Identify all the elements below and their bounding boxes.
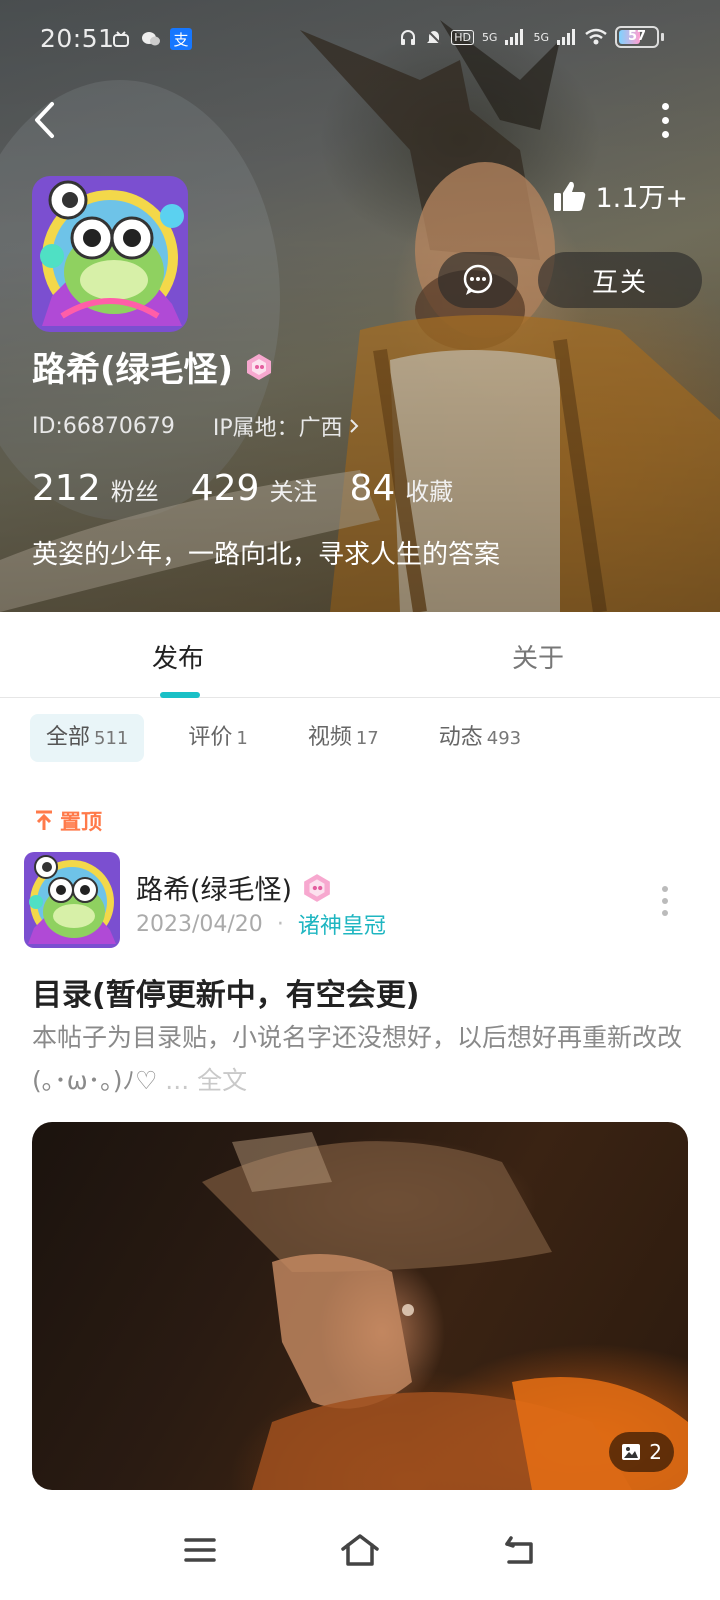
back-nav-button[interactable] (498, 1530, 542, 1570)
level-badge-icon (247, 353, 272, 380)
bilibili-icon (110, 28, 132, 50)
filter-count: 511 (94, 728, 129, 749)
home-button[interactable] (338, 1530, 382, 1570)
pinned-label: 置顶 (34, 806, 102, 836)
filter-moments[interactable]: 动态 493 (423, 714, 537, 762)
wifi-icon (585, 28, 607, 45)
status-bar: 20:51 支 HD 5G 5G 57 (0, 0, 720, 80)
filter-count: 493 (486, 728, 522, 749)
read-more-link[interactable]: 全文 (197, 1066, 247, 1095)
back-arrow-icon (35, 102, 54, 138)
filter-label: 动态 (438, 725, 483, 750)
headphones-icon (401, 30, 416, 45)
stat-fans[interactable]: 212 粉丝 (32, 468, 159, 509)
post-body[interactable]: 本帖子为目录贴，小说名字还没想好，以后想好再重新改改(｡･ω･｡)ﾉ♡ ... … (32, 1016, 692, 1102)
more-options-button[interactable] (650, 98, 680, 142)
return-icon (505, 1536, 533, 1564)
network-5g-label-1: 5G (481, 30, 498, 44)
level-badge-icon (304, 873, 330, 902)
image-icon (622, 1444, 641, 1460)
post-title[interactable]: 目录(暂停更新中，有空会更) (32, 970, 419, 1014)
filter-label: 全部 (46, 725, 91, 750)
post-author-avatar[interactable] (24, 852, 120, 948)
filter-label: 评价 (188, 725, 233, 750)
pinned-text: 置顶 (60, 810, 102, 834)
image-count: 2 (649, 1440, 662, 1464)
stat-favorites[interactable]: 84 收藏 (349, 468, 453, 509)
message-button[interactable] (438, 252, 518, 308)
home-icon (341, 1534, 379, 1566)
post-image[interactable]: 2 (32, 1122, 688, 1490)
chat-bubble-icon (463, 264, 493, 295)
battery-level: 57 (627, 29, 647, 44)
filter-count: 1 (236, 728, 248, 749)
network-5g-label-2: 5G (533, 30, 549, 44)
mute-icon (426, 29, 442, 45)
tab-about[interactable]: 关于 (512, 638, 564, 675)
signal-icon-1 (505, 29, 524, 45)
post-filters: 全部 511 评价 1 视频 17 动态 493 (30, 714, 537, 762)
battery-indicator: 57 (615, 26, 664, 48)
post-tag[interactable]: 诸神皇冠 (298, 908, 386, 940)
meta-separator: · (276, 911, 284, 937)
profile-avatar[interactable] (32, 176, 188, 332)
wechat-icon (140, 28, 162, 50)
stat-number: 429 (190, 468, 260, 509)
post-more-button[interactable] (662, 886, 668, 916)
more-vertical-icon (662, 886, 668, 892)
like-counter[interactable]: 1.1万+ (553, 176, 688, 215)
like-count: 1.1万+ (595, 183, 688, 214)
user-id: ID:66870679 (32, 413, 175, 439)
post-ellipsis: ... (157, 1066, 198, 1095)
stat-label: 粉丝 (110, 478, 159, 506)
filter-all[interactable]: 全部 511 (30, 714, 145, 762)
system-navigation-bar (0, 1500, 720, 1600)
ip-location[interactable]: IP属地：广西 (213, 410, 359, 442)
tab-publish[interactable]: 发布 (152, 638, 204, 675)
status-app-icons: 支 (110, 28, 192, 50)
network-hd-label: HD (451, 29, 474, 45)
username: 路希(绿毛怪) (32, 350, 234, 390)
filter-count: 17 (355, 728, 379, 749)
post-image-picture (202, 1132, 688, 1490)
filter-label: 视频 (307, 725, 352, 750)
profile-meta: ID:66870679 IP属地：广西 (32, 410, 359, 442)
post-date: 2023/04/20 (136, 911, 263, 937)
profile-tabs: 发布 关于 (0, 612, 720, 698)
image-count-badge: 2 (609, 1432, 674, 1472)
stat-number: 84 (349, 468, 396, 509)
username-row: 路希(绿毛怪) (32, 342, 273, 391)
filter-videos[interactable]: 视频 17 (292, 714, 395, 762)
more-vertical-icon (661, 102, 669, 110)
post-body-text: 本帖子为目录贴，小说名字还没想好，以后想好再重新改改(｡･ω･｡)ﾉ♡ (32, 1023, 683, 1095)
profile-stats: 212 粉丝 429 关注 84 收藏 (32, 468, 485, 509)
chevron-right-icon (349, 419, 359, 433)
thumbs-up-icon (554, 181, 586, 211)
profile-bio: 英姿的少年，一路向北，寻求人生的答案 (32, 540, 501, 570)
stat-number: 212 (32, 468, 101, 509)
follow-button[interactable]: 互关 (538, 252, 702, 308)
menu-button[interactable] (178, 1530, 222, 1570)
profile-header: 20:51 支 HD 5G 5G 57 1.1万+ 互关 路希(绿毛怪) ID:… (0, 0, 720, 612)
filter-reviews[interactable]: 评价 1 (172, 714, 263, 762)
pin-arrow-icon (36, 810, 52, 830)
status-time: 20:51 (40, 24, 115, 53)
alipay-icon: 支 (170, 28, 192, 50)
ip-location-text: IP属地：广西 (212, 416, 343, 441)
post-meta: 2023/04/20 · 诸神皇冠 (136, 908, 386, 940)
stat-label: 关注 (269, 478, 318, 506)
back-button[interactable] (24, 96, 64, 144)
active-tab-indicator (160, 692, 200, 698)
stat-label: 收藏 (405, 478, 454, 506)
status-indicators: HD 5G 5G 57 (399, 26, 664, 48)
post-author-row: 路希(绿毛怪) (136, 868, 332, 907)
signal-icon-2 (557, 29, 575, 45)
post-author-name[interactable]: 路希(绿毛怪) (136, 868, 292, 907)
menu-icon (184, 1538, 216, 1562)
stat-following[interactable]: 429 关注 (191, 468, 318, 509)
